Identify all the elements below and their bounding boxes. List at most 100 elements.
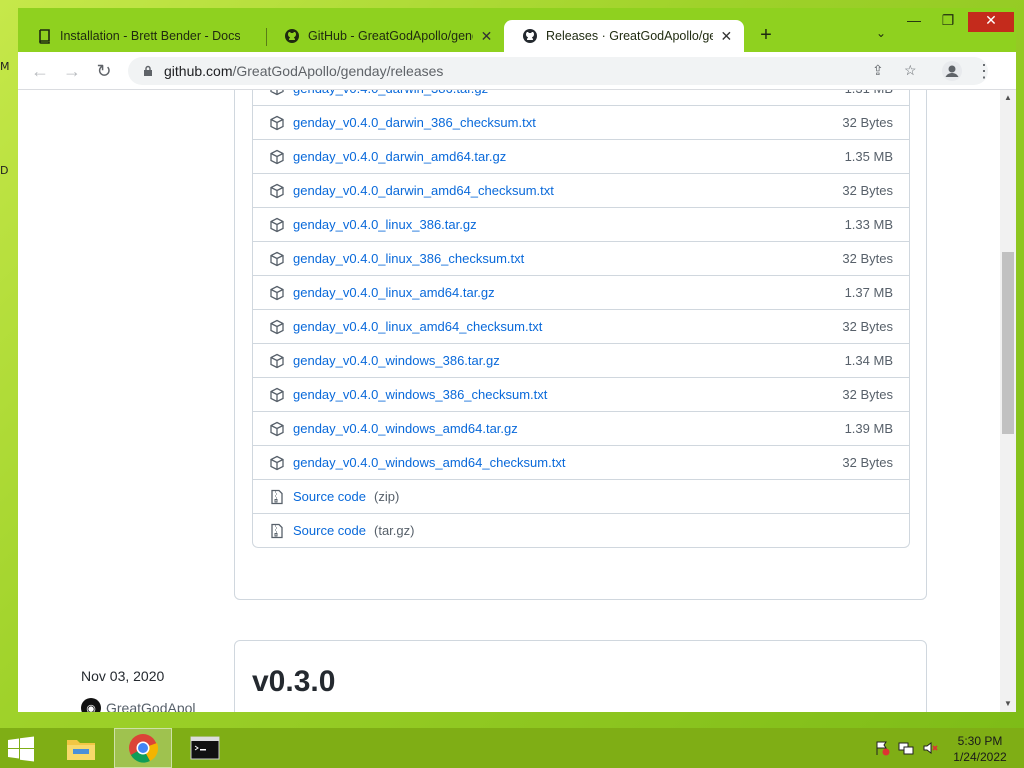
new-tab-button[interactable]: + bbox=[756, 24, 776, 47]
release-author[interactable]: ◉ GreatGodApol bbox=[81, 698, 196, 712]
tab-title: Installation - Brett Bender - Docs bbox=[60, 29, 240, 43]
asset-link[interactable]: genday_v0.4.0_linux_amd64.tar.gz bbox=[293, 285, 845, 300]
release-title[interactable]: v0.3.0 bbox=[252, 665, 335, 699]
asset-size: 1.31 MB bbox=[845, 90, 893, 96]
file-explorer-icon[interactable] bbox=[52, 728, 110, 768]
asset-size: 1.33 MB bbox=[844, 217, 893, 232]
asset-size: 32 Bytes bbox=[842, 115, 893, 130]
release-date: Nov 03, 2020 bbox=[81, 668, 165, 684]
asset-link[interactable]: genday_v0.4.0_darwin_amd64_checksum.txt bbox=[293, 183, 842, 198]
bookmark-star-icon[interactable]: ☆ bbox=[904, 62, 917, 79]
package-icon bbox=[269, 455, 285, 471]
asset-link[interactable]: genday_v0.4.0_windows_amd64.tar.gz bbox=[293, 421, 845, 436]
asset-row: genday_v0.4.0_windows_amd64_checksum.txt… bbox=[253, 445, 909, 479]
scroll-thumb[interactable] bbox=[1002, 252, 1014, 434]
close-window-button[interactable]: ✕ bbox=[968, 12, 1014, 32]
tab-github-repo[interactable]: GitHub - GreatGodApollo/genday: A ✕ bbox=[266, 20, 504, 52]
maximize-button[interactable]: ❐ bbox=[934, 12, 962, 32]
page-content: genday_v0.4.0_darwin_386.tar.gz1.31 MB ge… bbox=[18, 90, 1016, 712]
tab-installation-docs[interactable]: Installation - Brett Bender - Docs bbox=[18, 20, 264, 52]
assets-list: genday_v0.4.0_darwin_386.tar.gz1.31 MB ge… bbox=[252, 90, 910, 548]
network-icon[interactable] bbox=[898, 740, 914, 756]
source-code-link[interactable]: Source code (tar.gz) bbox=[293, 523, 414, 538]
asset-row: genday_v0.4.0_windows_amd64.tar.gz 1.39 M… bbox=[253, 411, 909, 445]
asset-row: genday_v0.4.0_windows_386_checksum.txt 32… bbox=[253, 377, 909, 411]
asset-link[interactable]: genday_v0.4.0_darwin_amd64.tar.gz bbox=[293, 149, 845, 164]
tab-search-icon[interactable]: ⌄ bbox=[876, 26, 886, 40]
url-text: github.com/GreatGodApollo/genday/release… bbox=[164, 63, 443, 79]
reload-icon[interactable]: ↻ bbox=[92, 60, 116, 82]
source-code-label[interactable]: Source code bbox=[293, 523, 366, 538]
asset-size: 1.37 MB bbox=[844, 285, 893, 300]
asset-row: genday_v0.4.0_linux_386_checksum.txt 32 B… bbox=[253, 241, 909, 275]
desktop-icon-fragment: D bbox=[0, 164, 9, 177]
url-host: github.com bbox=[164, 63, 233, 79]
asset-size: 32 Bytes bbox=[842, 251, 893, 266]
asset-link[interactable]: genday_v0.4.0_linux_386_checksum.txt bbox=[293, 251, 842, 266]
package-icon bbox=[269, 285, 285, 301]
taskbar: 5:30 PM 1/24/2022 bbox=[0, 728, 1024, 768]
asset-row: genday_v0.4.0_darwin_amd64.tar.gz 1.35 MB bbox=[253, 139, 909, 173]
package-icon bbox=[269, 115, 285, 131]
close-tab-icon[interactable]: ✕ bbox=[719, 28, 734, 45]
forward-icon[interactable]: → bbox=[60, 60, 84, 82]
release-card-v0-3-0: v0.3.0 bbox=[234, 640, 927, 712]
package-icon bbox=[269, 421, 285, 437]
asset-row: genday_v0.4.0_linux_amd64_checksum.txt 32… bbox=[253, 309, 909, 343]
asset-link[interactable]: genday_v0.4.0_linux_386.tar.gz bbox=[293, 217, 845, 232]
author-name: GreatGodApol bbox=[106, 700, 196, 712]
lock-icon bbox=[142, 65, 154, 77]
package-icon bbox=[269, 183, 285, 199]
tab-strip: Installation - Brett Bender - Docs GitHu… bbox=[18, 8, 1016, 52]
tab-title: GitHub - GreatGodApollo/genday: A bbox=[308, 29, 473, 43]
clock-date: 1/24/2022 bbox=[953, 750, 1007, 764]
book-icon bbox=[36, 28, 52, 44]
asset-size: 32 Bytes bbox=[842, 455, 893, 470]
asset-size: 32 Bytes bbox=[842, 387, 893, 402]
asset-row: genday_v0.4.0_darwin_amd64_checksum.txt 3… bbox=[253, 173, 909, 207]
asset-row: genday_v0.4.0_linux_386.tar.gz 1.33 MB bbox=[253, 207, 909, 241]
asset-size: 32 Bytes bbox=[842, 319, 893, 334]
source-code-format[interactable]: (zip) bbox=[374, 489, 399, 504]
system-clock[interactable]: 5:30 PM 1/24/2022 bbox=[950, 733, 1010, 765]
source-code-label[interactable]: Source code bbox=[293, 489, 366, 504]
file-zip-icon bbox=[269, 489, 285, 505]
package-icon bbox=[269, 251, 285, 267]
browser-window: Installation - Brett Bender - Docs GitHu… bbox=[18, 8, 1016, 712]
asset-link[interactable]: genday_v0.4.0_windows_amd64_checksum.txt bbox=[293, 455, 842, 470]
address-bar[interactable]: github.com/GreatGodApollo/genday/release… bbox=[128, 57, 988, 85]
asset-link[interactable]: genday_v0.4.0_darwin_386.tar.gz bbox=[293, 90, 845, 96]
menu-icon[interactable]: ⋮ bbox=[972, 60, 996, 82]
volume-muted-icon[interactable] bbox=[922, 740, 938, 756]
back-icon[interactable]: ← bbox=[28, 60, 52, 82]
clock-time: 5:30 PM bbox=[957, 734, 1003, 748]
windows-start-icon[interactable] bbox=[6, 736, 38, 762]
asset-link[interactable]: genday_v0.4.0_windows_386.tar.gz bbox=[293, 353, 845, 368]
release-card-v0-4-0: genday_v0.4.0_darwin_386.tar.gz1.31 MB ge… bbox=[234, 90, 927, 600]
package-icon bbox=[269, 149, 285, 165]
scroll-up-icon[interactable]: ▲ bbox=[1000, 90, 1016, 106]
share-icon[interactable]: ⇪ bbox=[872, 62, 884, 79]
source-code-row: Source code (zip) bbox=[253, 479, 909, 513]
asset-link[interactable]: genday_v0.4.0_windows_386_checksum.txt bbox=[293, 387, 842, 402]
chrome-icon[interactable] bbox=[114, 728, 172, 768]
profile-icon[interactable] bbox=[940, 60, 964, 82]
file-zip-icon bbox=[269, 523, 285, 539]
asset-size: 1.35 MB bbox=[844, 149, 893, 164]
package-icon bbox=[269, 353, 285, 369]
flag-icon[interactable] bbox=[874, 740, 890, 756]
asset-row: genday_v0.4.0_windows_386.tar.gz 1.34 MB bbox=[253, 343, 909, 377]
vertical-scrollbar[interactable]: ▲ ▼ bbox=[1000, 90, 1016, 712]
asset-size: 1.39 MB bbox=[844, 421, 893, 436]
source-code-row: Source code (tar.gz) bbox=[253, 513, 909, 547]
source-code-link[interactable]: Source code (zip) bbox=[293, 489, 399, 504]
scroll-down-icon[interactable]: ▼ bbox=[1000, 696, 1016, 712]
asset-link[interactable]: genday_v0.4.0_linux_amd64_checksum.txt bbox=[293, 319, 842, 334]
source-code-format[interactable]: (tar.gz) bbox=[374, 523, 414, 538]
close-tab-icon[interactable]: ✕ bbox=[479, 28, 494, 45]
desktop-icon-fragment: M bbox=[0, 60, 10, 73]
asset-link[interactable]: genday_v0.4.0_darwin_386_checksum.txt bbox=[293, 115, 842, 130]
terminal-icon[interactable] bbox=[176, 728, 234, 768]
tab-releases[interactable]: Releases · GreatGodApollo/genday ✕ bbox=[504, 20, 744, 52]
minimize-button[interactable]: — bbox=[900, 12, 928, 32]
